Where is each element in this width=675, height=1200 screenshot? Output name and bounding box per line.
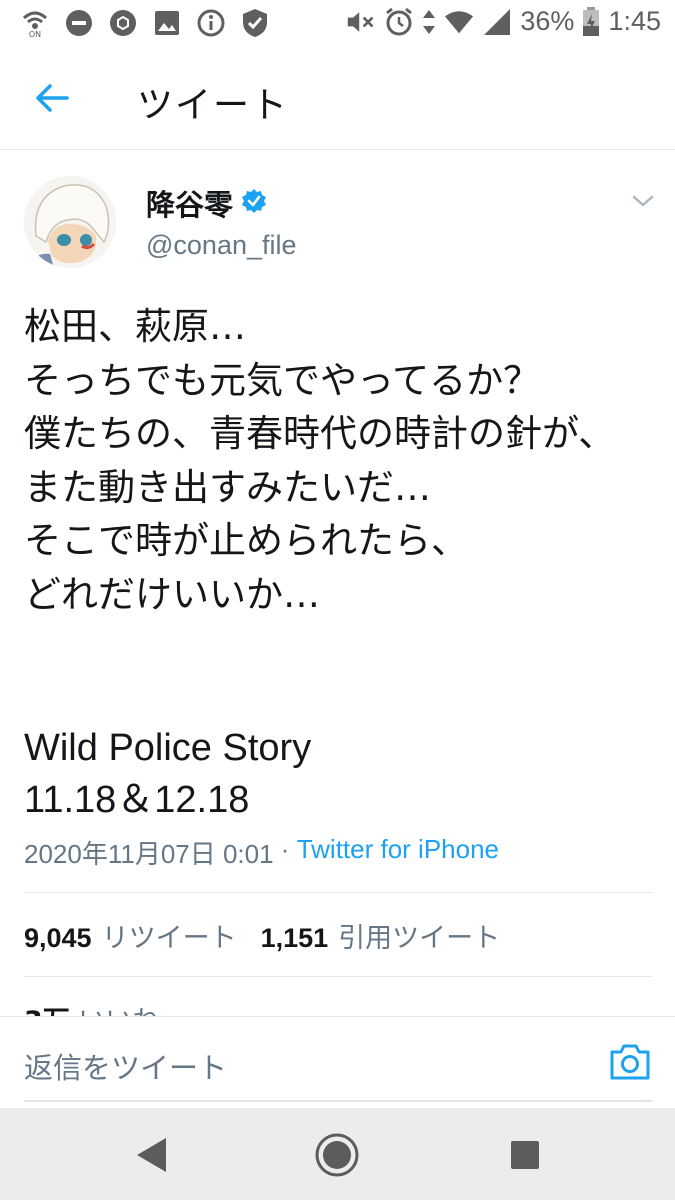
reply-underline: [24, 1100, 652, 1102]
display-name[interactable]: 降谷零: [146, 182, 233, 224]
verified-badge-icon: [241, 188, 267, 218]
square-recents-icon: [511, 1141, 539, 1169]
tweet-stats: 9,045 リツイート 1,151 引用ツイート: [24, 916, 524, 955]
reply-bar: 返信をツイート: [0, 1016, 675, 1108]
meta-separator: ·: [273, 834, 297, 864]
divider: [24, 892, 652, 893]
timestamp: 2020年11月07日 0:01: [24, 839, 274, 869]
divider: [24, 976, 652, 977]
clock: 1:45: [608, 6, 661, 36]
signal-icon: [482, 7, 512, 37]
back-button[interactable]: [28, 76, 76, 120]
settings-badge-icon: [108, 8, 138, 38]
tweet-menu-button[interactable]: [628, 186, 658, 216]
svg-text:ON: ON: [29, 30, 41, 38]
likes-count[interactable]: 3万: [24, 1006, 70, 1016]
do-not-disturb-icon: [64, 8, 94, 38]
retweets-count[interactable]: 9,045: [24, 923, 92, 954]
avatar[interactable]: [24, 176, 116, 268]
wifi-calling-on-icon: ON: [20, 8, 50, 38]
battery-percent: 36%: [520, 6, 575, 36]
chevron-down-icon: [632, 195, 654, 207]
mute-icon: [346, 7, 376, 37]
likes-stat[interactable]: 3万 いいね: [24, 996, 324, 1016]
camera-icon: [610, 1044, 650, 1080]
data-arrows-icon: [422, 7, 436, 37]
nav-recents-button[interactable]: [502, 1132, 548, 1178]
tweet-text-line: 11.18＆12.18: [24, 779, 250, 821]
tweet-text-line: Wild Police Story: [24, 727, 312, 769]
info-icon: [196, 8, 226, 38]
tweet-meta: 2020年11月07日 0:01 · Twitter for iPhone: [24, 834, 499, 871]
quotes-count[interactable]: 1,151: [261, 923, 329, 954]
author-name-row: 降谷零: [146, 182, 267, 224]
image-icon: [152, 8, 182, 38]
quotes-label[interactable]: 引用ツイート: [338, 916, 500, 955]
circle-home-icon: [315, 1133, 359, 1177]
camera-button[interactable]: [608, 1042, 652, 1082]
user-handle[interactable]: @conan_file: [146, 230, 297, 261]
shield-icon: [240, 8, 270, 38]
tweet-text-footer: Wild Police Story 11.18＆12.18: [24, 722, 311, 826]
nav-back-button[interactable]: [128, 1132, 174, 1178]
triangle-back-icon: [137, 1138, 166, 1172]
wifi-icon: [444, 7, 474, 37]
battery-icon: [582, 6, 600, 37]
retweets-label[interactable]: リツイート: [102, 916, 237, 955]
top-app-bar: ツイート: [0, 46, 675, 150]
avatar-illustration: [24, 176, 116, 268]
nav-home-button[interactable]: [314, 1132, 360, 1178]
page-title: ツイート: [137, 85, 290, 126]
tweet-text: 松田、萩原… そっちでも元気でやってるか？ 僕たちの、青春時代の時計の針が、 ま…: [24, 305, 616, 616]
system-nav-bar: [0, 1108, 675, 1200]
reply-input[interactable]: 返信をツイート: [24, 1045, 227, 1087]
source-link[interactable]: Twitter for iPhone: [297, 834, 499, 871]
likes-label[interactable]: いいね: [78, 1006, 159, 1016]
arrow-left-icon: [36, 84, 69, 112]
status-bar: ON 36% 1:45: [0, 0, 675, 46]
alarm-icon: [384, 7, 414, 37]
